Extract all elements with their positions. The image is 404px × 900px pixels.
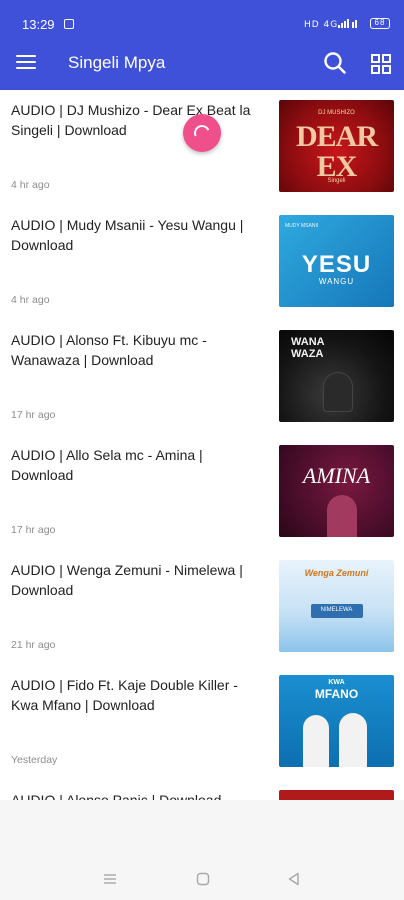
app-notification-icon xyxy=(64,19,74,29)
signal-icon: HD 4G xyxy=(304,17,366,30)
grid-view-icon[interactable] xyxy=(370,53,392,75)
thumbnail-caption: MUDY MSANII xyxy=(285,223,319,229)
list-item[interactable]: AUDIO | Alonso Ft. Kibuyu mc - Wanawaza … xyxy=(0,320,404,435)
post-thumbnail[interactable]: DJ MUSHIZO DEAR EX Singeli xyxy=(279,100,394,192)
list-item[interactable]: AUDIO | Allo Sela mc - Amina | Download … xyxy=(0,435,404,550)
post-time: Yesterday xyxy=(11,754,58,766)
post-thumbnail[interactable]: AMINA xyxy=(279,445,394,537)
search-icon[interactable] xyxy=(322,50,348,76)
list-item[interactable]: AUDIO | Mudy Msanii - Yesu Wangu | Downl… xyxy=(0,205,404,320)
thumbnail-title: MFANO xyxy=(314,687,359,701)
thumbnail-caption: KWA xyxy=(328,679,345,686)
thumbnail-caption: Wenga Zemuni xyxy=(304,568,369,578)
post-title[interactable]: AUDIO | DJ Mushizo - Dear Ex Beat la Sin… xyxy=(11,100,263,140)
post-title[interactable]: AUDIO | Allo Sela mc - Amina | Download xyxy=(11,445,263,485)
loading-spinner xyxy=(183,114,221,152)
thumbnail-title: YESU xyxy=(301,251,372,278)
thumbnail-figure xyxy=(323,372,353,412)
post-time: 17 hr ago xyxy=(11,409,56,421)
recents-icon[interactable] xyxy=(102,871,118,887)
status-bar: 13:29 HD 4G 68 xyxy=(0,0,404,36)
post-time: 4 hr ago xyxy=(11,179,50,191)
svg-text:HD 4G: HD 4G xyxy=(304,20,338,29)
post-title[interactable]: AUDIO | Mudy Msanii - Yesu Wangu | Downl… xyxy=(11,215,263,255)
thumbnail-title: DEAR EX xyxy=(295,120,378,183)
post-title[interactable]: AUDIO | Alonso Panic | Download xyxy=(11,790,263,800)
post-thumbnail[interactable]: WANA WAZA xyxy=(279,330,394,422)
thumbnail-title: WAZA xyxy=(291,348,324,360)
post-thumbnail[interactable] xyxy=(279,790,394,800)
back-icon[interactable] xyxy=(286,871,302,887)
thumbnail-figure xyxy=(327,495,357,537)
post-thumbnail[interactable]: KWA MFANO xyxy=(279,675,394,767)
post-time: 4 hr ago xyxy=(11,294,50,306)
thumbnail-caption: DJ MUSHIZO xyxy=(318,110,355,116)
list-item[interactable]: AUDIO | Fido Ft. Kaje Double Killer - Kw… xyxy=(0,665,404,780)
content-footer xyxy=(0,800,404,858)
thumbnail-title: AMINA xyxy=(302,463,371,488)
thumbnail-title: NIMELEWA xyxy=(320,607,353,613)
status-time: 13:29 xyxy=(22,17,55,32)
post-time: 21 hr ago xyxy=(11,639,56,651)
thumbnail-caption: WANA xyxy=(291,336,325,348)
thumbnail-figure xyxy=(303,715,329,767)
thumbnail-figure xyxy=(339,713,367,767)
thumbnail-subtitle: WANGU xyxy=(318,277,355,286)
list-item[interactable]: AUDIO | Wenga Zemuni - Nimelewa | Downlo… xyxy=(0,550,404,665)
thumbnail-subtitle: Singeli xyxy=(327,178,346,184)
post-thumbnail[interactable]: MUDY MSANII YESU WANGU xyxy=(279,215,394,307)
post-title[interactable]: AUDIO | Alonso Ft. Kibuyu mc - Wanawaza … xyxy=(11,330,263,370)
post-title[interactable]: AUDIO | Wenga Zemuni - Nimelewa | Downlo… xyxy=(11,560,263,600)
post-list[interactable]: AUDIO | DJ Mushizo - Dear Ex Beat la Sin… xyxy=(0,90,404,800)
page-title: Singeli Mpya xyxy=(68,53,166,72)
post-thumbnail[interactable]: Wenga Zemuni NIMELEWA xyxy=(279,560,394,652)
home-icon[interactable] xyxy=(195,871,211,887)
list-item[interactable]: AUDIO | Alonso Panic | Download xyxy=(0,780,404,800)
app-bar: Singeli Mpya xyxy=(0,36,404,90)
post-time: 17 hr ago xyxy=(11,524,56,536)
hamburger-menu-icon[interactable] xyxy=(16,53,38,71)
battery-icon: 68 xyxy=(370,17,390,29)
post-title[interactable]: AUDIO | Fido Ft. Kaje Double Killer - Kw… xyxy=(11,675,263,715)
system-nav-bar xyxy=(0,858,404,900)
status-icons: HD 4G 68 xyxy=(304,17,390,30)
